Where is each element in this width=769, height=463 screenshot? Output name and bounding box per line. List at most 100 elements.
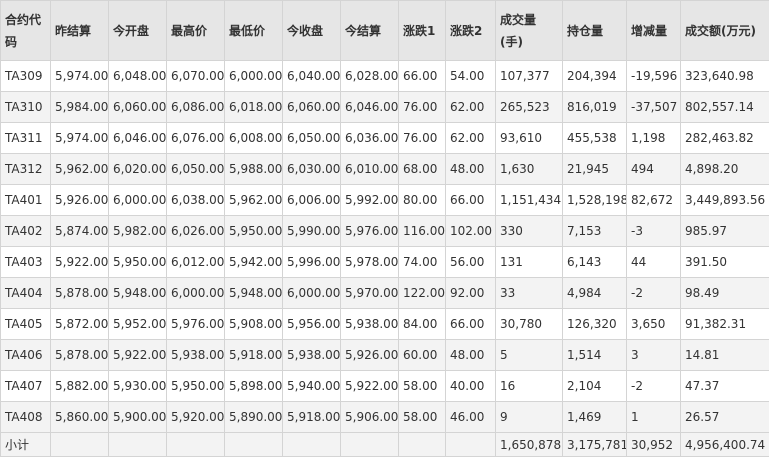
cell-prev-settlement: 5,962.00 bbox=[50, 153, 109, 185]
cell-contract-code: TA408 bbox=[0, 401, 51, 433]
subtotal-turnover: 4,956,400.74 bbox=[680, 432, 769, 457]
subtotal-cell bbox=[166, 432, 225, 457]
cell-high: 6,012.00 bbox=[166, 246, 225, 278]
subtotal-cell bbox=[340, 432, 399, 457]
cell-contract-code: TA401 bbox=[0, 184, 51, 216]
cell-change-1: 80.00 bbox=[398, 184, 446, 216]
header-settlement: 今结算 bbox=[340, 0, 399, 61]
cell-contract-code: TA407 bbox=[0, 370, 51, 402]
cell-settlement: 5,976.00 bbox=[340, 215, 399, 247]
cell-close: 5,918.00 bbox=[282, 401, 341, 433]
table-row: TA405 5,872.00 5,952.00 5,976.00 5,908.00 5,9… bbox=[0, 308, 769, 340]
futures-quote-table: 合约代码 昨结算 今开盘 最高价 最低价 今收盘 今结算 涨跌1 涨跌2 成交量… bbox=[0, 0, 769, 457]
cell-change-2: 48.00 bbox=[445, 339, 496, 371]
cell-turnover: 91,382.31 bbox=[680, 308, 769, 340]
cell-turnover: 14.81 bbox=[680, 339, 769, 371]
cell-low: 5,948.00 bbox=[224, 277, 283, 309]
cell-oi-change: 1,198 bbox=[626, 122, 681, 154]
cell-open: 5,900.00 bbox=[108, 401, 167, 433]
cell-oi-change: -2 bbox=[626, 370, 681, 402]
cell-open-interest: 816,019 bbox=[562, 91, 627, 123]
cell-prev-settlement: 5,974.00 bbox=[50, 60, 109, 92]
header-turnover: 成交额(万元) bbox=[680, 0, 769, 61]
cell-open-interest: 4,984 bbox=[562, 277, 627, 309]
cell-volume: 5 bbox=[495, 339, 563, 371]
cell-change-1: 76.00 bbox=[398, 122, 446, 154]
cell-volume: 93,610 bbox=[495, 122, 563, 154]
cell-contract-code: TA312 bbox=[0, 153, 51, 185]
cell-open-interest: 204,394 bbox=[562, 60, 627, 92]
table-body: TA309 5,974.00 6,048.00 6,070.00 6,000.00 6,0… bbox=[0, 60, 769, 433]
cell-high: 6,026.00 bbox=[166, 215, 225, 247]
cell-contract-code: TA405 bbox=[0, 308, 51, 340]
table-row: TA407 5,882.00 5,930.00 5,950.00 5,898.00 5,9… bbox=[0, 370, 769, 402]
cell-low: 5,908.00 bbox=[224, 308, 283, 340]
cell-volume: 131 bbox=[495, 246, 563, 278]
cell-low: 5,898.00 bbox=[224, 370, 283, 402]
cell-change-2: 62.00 bbox=[445, 122, 496, 154]
cell-prev-settlement: 5,878.00 bbox=[50, 277, 109, 309]
cell-low: 5,890.00 bbox=[224, 401, 283, 433]
header-low: 最低价 bbox=[224, 0, 283, 61]
cell-open-interest: 21,945 bbox=[562, 153, 627, 185]
cell-change-2: 46.00 bbox=[445, 401, 496, 433]
cell-open-interest: 7,153 bbox=[562, 215, 627, 247]
cell-open: 5,948.00 bbox=[108, 277, 167, 309]
cell-change-1: 74.00 bbox=[398, 246, 446, 278]
cell-change-2: 66.00 bbox=[445, 184, 496, 216]
table-row: TA309 5,974.00 6,048.00 6,070.00 6,000.00 6,0… bbox=[0, 60, 769, 92]
cell-change-1: 116.00 bbox=[398, 215, 446, 247]
header-contract-code: 合约代码 bbox=[0, 0, 51, 61]
cell-close: 6,040.00 bbox=[282, 60, 341, 92]
cell-close: 6,000.00 bbox=[282, 277, 341, 309]
cell-prev-settlement: 5,878.00 bbox=[50, 339, 109, 371]
cell-high: 6,076.00 bbox=[166, 122, 225, 154]
cell-high: 6,038.00 bbox=[166, 184, 225, 216]
table-row: TA310 5,984.00 6,060.00 6,086.00 6,018.00 6,0… bbox=[0, 91, 769, 123]
cell-change-2: 66.00 bbox=[445, 308, 496, 340]
subtotal-cell bbox=[398, 432, 446, 457]
cell-close: 6,006.00 bbox=[282, 184, 341, 216]
cell-volume: 107,377 bbox=[495, 60, 563, 92]
cell-open: 6,000.00 bbox=[108, 184, 167, 216]
table-row: TA404 5,878.00 5,948.00 6,000.00 5,948.00 6,0… bbox=[0, 277, 769, 309]
cell-open: 6,060.00 bbox=[108, 91, 167, 123]
cell-open: 5,922.00 bbox=[108, 339, 167, 371]
cell-volume: 1,151,434 bbox=[495, 184, 563, 216]
header-open: 今开盘 bbox=[108, 0, 167, 61]
table-row: TA312 5,962.00 6,020.00 6,050.00 5,988.00 6,0… bbox=[0, 153, 769, 185]
cell-change-2: 92.00 bbox=[445, 277, 496, 309]
header-prev-settlement: 昨结算 bbox=[50, 0, 109, 61]
cell-settlement: 6,046.00 bbox=[340, 91, 399, 123]
cell-open-interest: 1,514 bbox=[562, 339, 627, 371]
cell-open-interest: 1,469 bbox=[562, 401, 627, 433]
cell-high: 5,938.00 bbox=[166, 339, 225, 371]
cell-prev-settlement: 5,874.00 bbox=[50, 215, 109, 247]
cell-volume: 265,523 bbox=[495, 91, 563, 123]
cell-settlement: 6,028.00 bbox=[340, 60, 399, 92]
cell-change-1: 76.00 bbox=[398, 91, 446, 123]
cell-high: 5,920.00 bbox=[166, 401, 225, 433]
cell-open-interest: 126,320 bbox=[562, 308, 627, 340]
cell-change-2: 54.00 bbox=[445, 60, 496, 92]
cell-contract-code: TA403 bbox=[0, 246, 51, 278]
cell-oi-change: -37,507 bbox=[626, 91, 681, 123]
cell-low: 5,988.00 bbox=[224, 153, 283, 185]
cell-change-1: 58.00 bbox=[398, 401, 446, 433]
table-row: TA403 5,922.00 5,950.00 6,012.00 5,942.00 5,9… bbox=[0, 246, 769, 278]
cell-settlement: 6,010.00 bbox=[340, 153, 399, 185]
table-header-row: 合约代码 昨结算 今开盘 最高价 最低价 今收盘 今结算 涨跌1 涨跌2 成交量… bbox=[0, 0, 769, 61]
cell-open-interest: 2,104 bbox=[562, 370, 627, 402]
subtotal-label: 小计 bbox=[0, 432, 51, 457]
cell-oi-change: 3 bbox=[626, 339, 681, 371]
table-row: TA408 5,860.00 5,900.00 5,920.00 5,890.00 5,9… bbox=[0, 401, 769, 433]
cell-oi-change: 1 bbox=[626, 401, 681, 433]
cell-open-interest: 6,143 bbox=[562, 246, 627, 278]
subtotal-cell bbox=[224, 432, 283, 457]
cell-volume: 9 bbox=[495, 401, 563, 433]
cell-contract-code: TA309 bbox=[0, 60, 51, 92]
header-change-2: 涨跌2 bbox=[445, 0, 496, 61]
cell-prev-settlement: 5,984.00 bbox=[50, 91, 109, 123]
cell-volume: 1,630 bbox=[495, 153, 563, 185]
cell-settlement: 5,978.00 bbox=[340, 246, 399, 278]
